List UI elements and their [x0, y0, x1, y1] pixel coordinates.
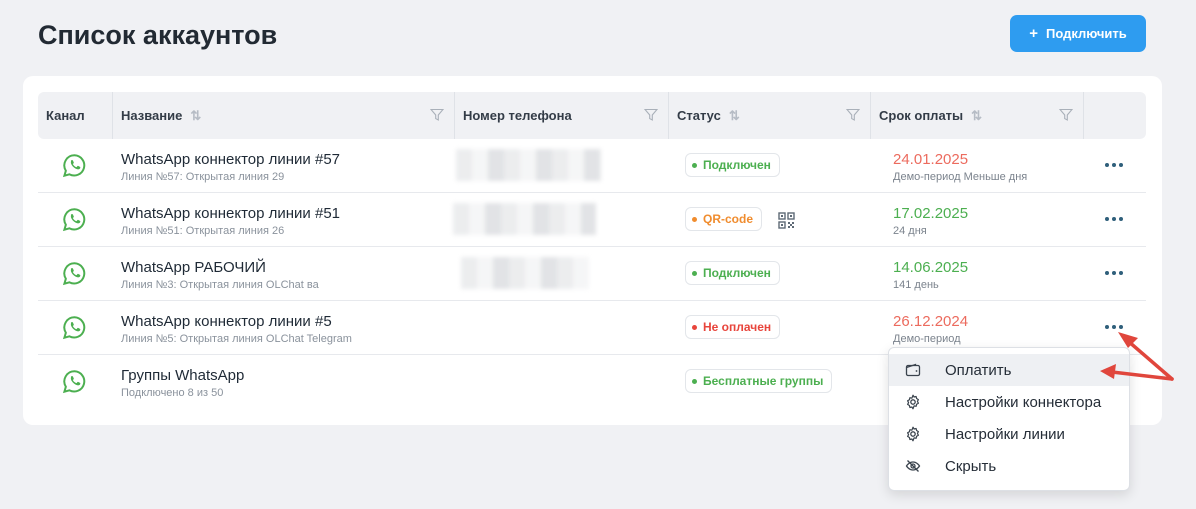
gear-icon	[907, 426, 919, 442]
phone-redacted	[461, 257, 589, 289]
payment-period: 24 дня	[893, 225, 927, 237]
payment-date: 14.06.2025	[893, 259, 969, 276]
table-header: Канал Название ⇅ Номер телефона Статус ⇅…	[38, 92, 1146, 139]
header-channel: Канал	[38, 92, 113, 139]
menu-item-label: Настройки коннектора	[945, 393, 1102, 411]
menu-item-line-settings[interactable]: Настройки линии	[889, 418, 1129, 450]
header-payment-due[interactable]: Срок оплаты ⇅	[871, 92, 1084, 139]
header-status-label: Статус	[677, 108, 721, 123]
whatsapp-icon	[62, 370, 86, 394]
status-label: Подключен	[703, 158, 771, 172]
table-row[interactable]: WhatsApp коннектор линии #51 Линия №51: …	[38, 193, 1146, 247]
sort-icon[interactable]: ⇅	[971, 108, 982, 124]
status-badge: QR-code	[685, 207, 763, 231]
whatsapp-icon	[62, 154, 86, 178]
filter-icon[interactable]	[846, 108, 860, 122]
header-actions	[1084, 92, 1146, 139]
status-label: QR-code	[703, 212, 754, 226]
account-line: Линия №5: Открытая линия OLChat Telegram	[121, 333, 352, 345]
filter-icon[interactable]	[1059, 108, 1073, 122]
menu-item-label: Настройки линии	[945, 425, 1065, 443]
sort-icon[interactable]: ⇅	[729, 108, 740, 124]
account-line: Подключено 8 из 50	[121, 387, 224, 399]
menu-item-connector-settings[interactable]: Настройки коннектора	[889, 386, 1129, 418]
connect-button-label: Подключить	[1045, 26, 1127, 41]
page-title: Список аккаунтов	[38, 20, 278, 50]
eye-off-icon	[905, 460, 921, 472]
status-badge: Бесплатные группы	[685, 369, 833, 393]
status-label: Бесплатные группы	[703, 374, 824, 388]
context-menu: Оплатить Настройки коннектора Настройки …	[888, 347, 1130, 491]
filter-icon[interactable]	[644, 108, 658, 122]
account-name[interactable]: WhatsApp коннектор линии #51	[121, 205, 340, 222]
status-label: Подключен	[703, 266, 771, 280]
payment-date: 26.12.2024	[893, 313, 969, 330]
phone-redacted	[456, 149, 601, 181]
header-name-label: Название	[121, 108, 183, 123]
filter-icon[interactable]	[430, 108, 444, 122]
header-phone-label: Номер телефона	[463, 108, 572, 123]
header-payment-due-label: Срок оплаты	[879, 108, 964, 123]
wallet-icon	[905, 363, 921, 377]
status-badge: Подключен	[685, 261, 780, 285]
menu-item-pay[interactable]: Оплатить	[889, 354, 1129, 386]
account-line: Линия №57: Открытая линия 29	[121, 171, 285, 183]
payment-period: Демо-период	[893, 333, 961, 345]
table-row[interactable]: WhatsApp коннектор линии #57 Линия №57: …	[38, 139, 1146, 193]
status-dot	[692, 378, 697, 384]
table-row[interactable]: WhatsApp РАБОЧИЙ Линия №3: Открытая лини…	[38, 247, 1146, 301]
status-label: Не оплачен	[703, 320, 772, 334]
menu-item-label: Оплатить	[945, 361, 1012, 379]
header-name[interactable]: Название ⇅	[113, 92, 455, 139]
status-badge: Не оплачен	[685, 315, 781, 339]
header-phone[interactable]: Номер телефона	[455, 92, 669, 139]
payment-date: 24.01.2025	[893, 151, 969, 168]
payment-period: 141 день	[893, 279, 939, 291]
qr-code-icon[interactable]	[778, 212, 795, 229]
sort-icon[interactable]: ⇅	[190, 108, 201, 124]
whatsapp-icon	[62, 208, 86, 232]
header-channel-label: Канал	[46, 108, 85, 123]
account-name[interactable]: Группы WhatsApp	[121, 367, 244, 384]
whatsapp-icon	[62, 262, 86, 286]
account-line: Линия №51: Открытая линия 26	[121, 225, 285, 237]
more-actions-icon[interactable]	[1105, 213, 1127, 225]
phone-redacted	[453, 203, 596, 235]
account-line: Линия №3: Открытая линия OLChat ва	[121, 279, 319, 291]
whatsapp-icon	[62, 316, 86, 340]
more-actions-icon[interactable]	[1105, 267, 1127, 279]
account-name[interactable]: WhatsApp РАБОЧИЙ	[121, 259, 266, 276]
menu-item-label: Скрыть	[945, 457, 997, 475]
status-dot	[692, 324, 697, 330]
account-name[interactable]: WhatsApp коннектор линии #5	[121, 313, 332, 330]
connect-button[interactable]: + Подключить	[1010, 15, 1146, 52]
account-name[interactable]: WhatsApp коннектор линии #57	[121, 151, 340, 168]
more-actions-icon[interactable]	[1105, 321, 1127, 333]
payment-date: 17.02.2025	[893, 205, 969, 222]
status-dot	[692, 162, 697, 168]
status-dot	[692, 216, 697, 222]
more-actions-icon[interactable]	[1105, 159, 1127, 171]
status-dot	[692, 270, 697, 276]
header-status[interactable]: Статус ⇅	[669, 92, 871, 139]
payment-period: Демо-период Меньше дня	[893, 171, 1028, 183]
status-badge: Подключен	[685, 153, 780, 177]
gear-icon	[907, 394, 919, 410]
menu-item-hide[interactable]: Скрыть	[889, 450, 1129, 482]
plus-icon: +	[1029, 25, 1038, 42]
